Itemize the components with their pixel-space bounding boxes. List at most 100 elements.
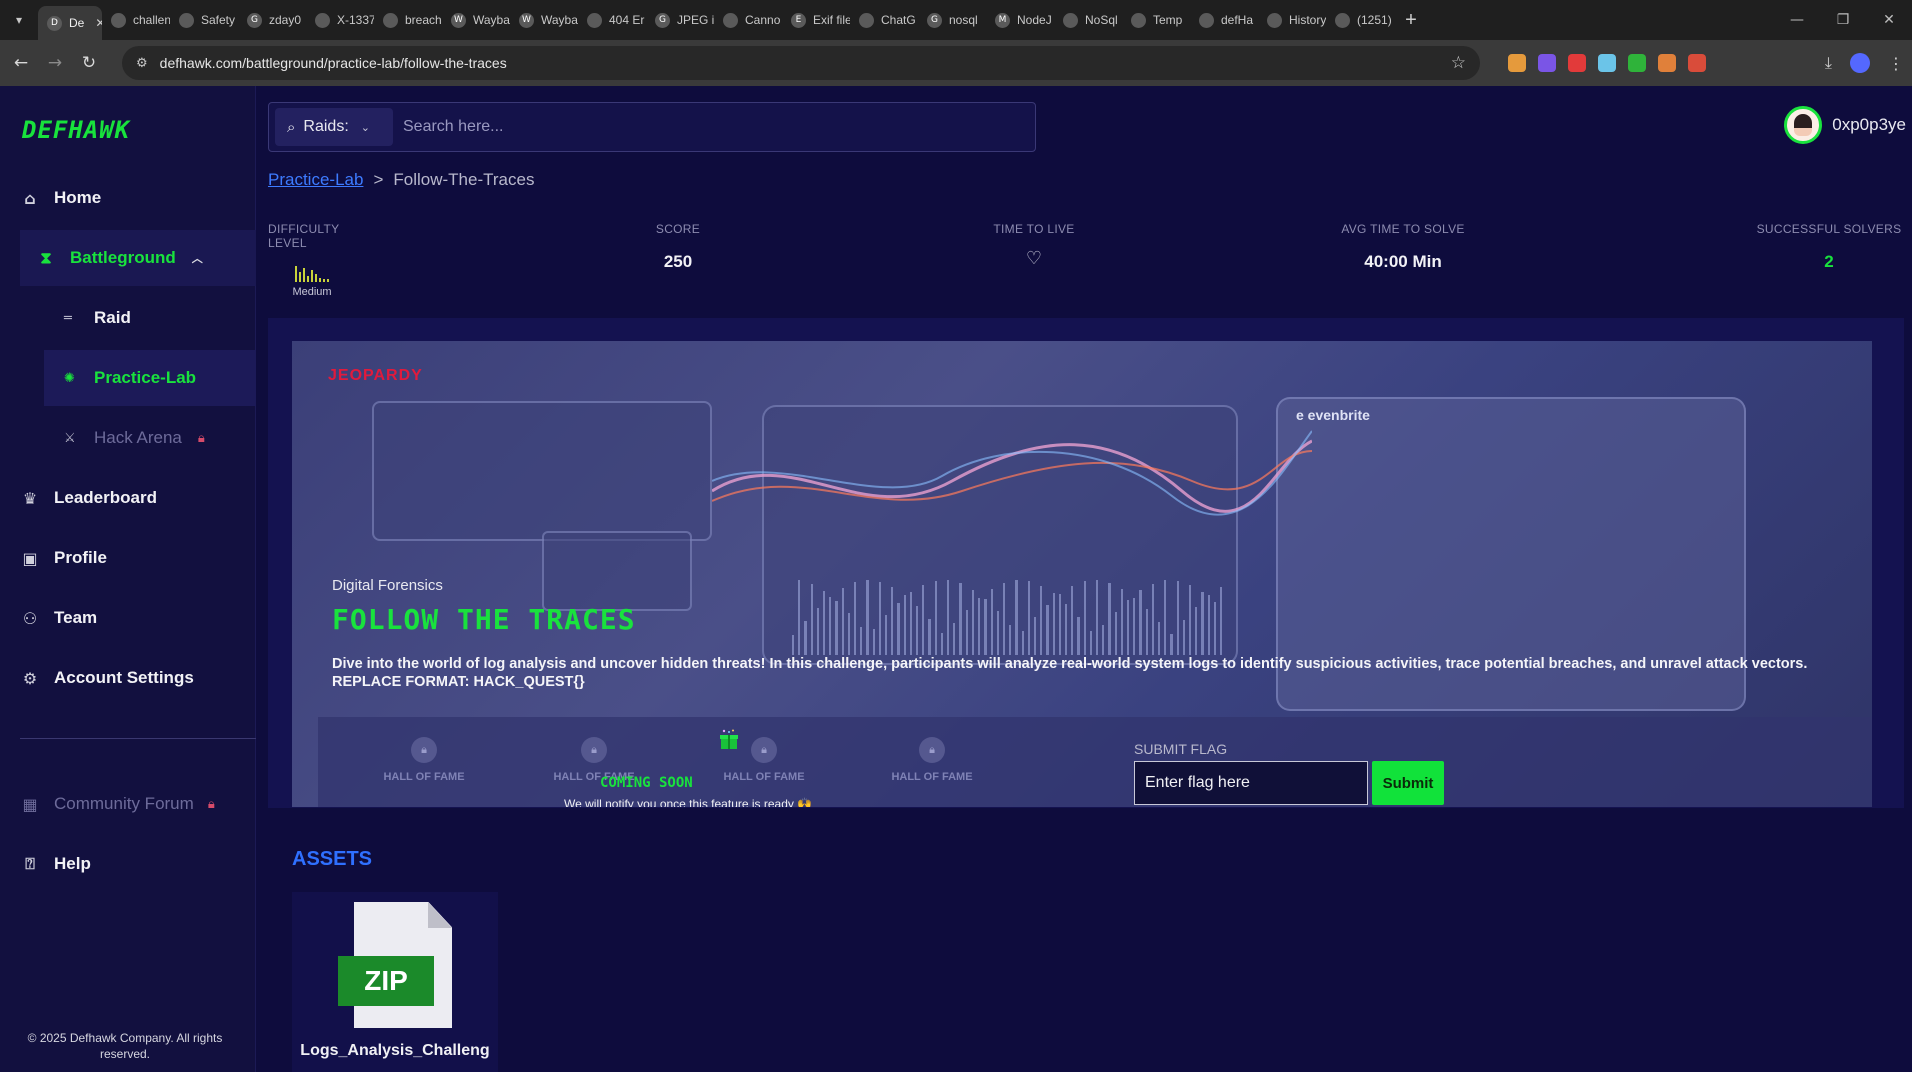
browser-profile-avatar[interactable]	[1850, 53, 1870, 73]
browser-tab[interactable]: breach	[374, 4, 442, 36]
challenge-stats: DIFFICULTY LEVEL Medium SCORE 250 TIME T…	[268, 222, 1904, 298]
browser-tab[interactable]: challen	[102, 4, 170, 36]
tab-label: nosql	[949, 13, 978, 27]
nav-team[interactable]: ⚇ Team	[20, 590, 256, 646]
tab-favicon-icon	[383, 12, 398, 28]
tab-label: JPEG ir	[677, 13, 714, 27]
extension-icon[interactable]	[1628, 54, 1646, 72]
zip-badge: ZIP	[338, 956, 434, 1006]
address-bar[interactable]: ⚙ defhawk.com/battleground/practice-lab/…	[122, 46, 1480, 80]
username: 0xp0p3ye	[1832, 115, 1906, 134]
user-menu[interactable]: 0xp0p3ye	[1784, 106, 1906, 144]
browser-tab[interactable]: G JPEG ir	[646, 4, 714, 36]
browser-tab[interactable]: W Wayba	[442, 4, 510, 36]
forward-icon[interactable]: →	[38, 46, 72, 80]
nav-practice-lab[interactable]: ✺ Practice-Lab	[44, 350, 256, 406]
app-root: DEFHAWK ⌂ Home ⧗ Battleground ︿ ═ Raid ✺…	[0, 86, 1912, 1072]
chevron-up-icon: ︿	[191, 252, 203, 265]
tab-label: defHa	[1221, 13, 1254, 27]
browser-tab[interactable]: Gnosql	[918, 4, 986, 36]
breadcrumb-practice-lab-link[interactable]: Practice-Lab	[268, 170, 363, 190]
nav-home[interactable]: ⌂ Home	[20, 170, 256, 226]
submit-flag-label: SUBMIT FLAG	[1134, 741, 1228, 757]
nav-hack-arena[interactable]: ⚔ Hack Arena 🔒︎	[44, 410, 256, 466]
tab-label: History	[1289, 13, 1326, 27]
breadcrumb-separator: >	[373, 170, 384, 189]
tab-label: (1251)	[1357, 13, 1392, 27]
browser-tab[interactable]: D De ✕	[38, 6, 102, 40]
asset-file-name[interactable]: Logs_Analysis_Challeng	[292, 1042, 498, 1060]
site-info-icon[interactable]: ⚙	[136, 56, 148, 71]
browser-tab[interactable]: NoSql	[1054, 4, 1122, 36]
tab-favicon-icon	[723, 12, 738, 28]
tab-favicon-icon	[1267, 12, 1282, 28]
tab-favicon-icon	[859, 12, 874, 28]
avatar[interactable]	[1784, 106, 1823, 144]
restore-icon[interactable]: ❐	[1820, 0, 1866, 40]
nav-battleground[interactable]: ⧗ Battleground ︿	[20, 230, 256, 286]
browser-tab[interactable]: 404 Er	[578, 4, 646, 36]
browser-tab[interactable]: Temp	[1122, 4, 1190, 36]
back-icon[interactable]: ←	[4, 46, 38, 80]
browser-tab[interactable]: History	[1258, 4, 1326, 36]
new-tab-button[interactable]: +	[1394, 9, 1428, 32]
assets-heading: ASSETS	[292, 848, 373, 870]
tab-favicon-icon: W	[519, 12, 534, 28]
browser-tab[interactable]: Gzday0	[238, 4, 306, 36]
tab-label: Wayba	[473, 13, 510, 27]
stat-solvers: SUCCESSFUL SOLVERS 2	[1756, 222, 1902, 271]
nav-community-forum[interactable]: ▦ Community Forum 🔒︎	[20, 776, 256, 832]
browser-tab[interactable]: Canno	[714, 4, 782, 36]
extension-icon[interactable]	[1508, 54, 1526, 72]
bookmark-star-icon[interactable]: ☆	[1451, 53, 1466, 73]
nav-account-settings[interactable]: ⚙ Account Settings	[20, 650, 256, 706]
submit-button[interactable]: Submit	[1372, 761, 1444, 805]
browser-tab[interactable]: (1251)	[1326, 4, 1394, 36]
hall-of-fame-slot-4: 🔒︎ HALL OF FAME	[872, 737, 992, 783]
defhawk-logo[interactable]: DEFHAWK	[22, 116, 130, 144]
browser-tab[interactable]: M NodeJ	[986, 4, 1054, 36]
browser-tab[interactable]: W Wayba	[510, 4, 578, 36]
raids-filter-dropdown[interactable]: ⌕ Raids: ⌄	[275, 108, 393, 146]
tab-label: Safety wan	[201, 13, 238, 27]
arena-icon: ⚔	[64, 430, 76, 446]
nav-leaderboard[interactable]: ♛ Leaderboard	[20, 470, 256, 526]
browser-tab[interactable]: defHa	[1190, 4, 1258, 36]
chevron-down-icon: ⌄	[360, 120, 370, 134]
help-icon: ⍰	[25, 854, 35, 873]
browser-tab[interactable]: E Exif file	[782, 4, 850, 36]
extension-icon[interactable]	[1538, 54, 1556, 72]
extension-icon[interactable]	[1568, 54, 1586, 72]
banner-wave-graphic	[712, 430, 1312, 516]
tab-favicon-icon	[1199, 12, 1214, 28]
nav-profile[interactable]: ▣ Profile	[20, 530, 256, 586]
nav-help[interactable]: ⍰ Help	[20, 836, 256, 892]
search-input[interactable]: Search here...	[403, 118, 504, 136]
lock-icon: 🔒︎	[411, 737, 437, 763]
stat-time-to-live: TIME TO LIVE ♡	[974, 222, 1094, 269]
close-window-icon[interactable]: ✕	[1866, 0, 1912, 40]
difficulty-bars-icon	[256, 264, 368, 282]
minimize-icon[interactable]: —	[1774, 0, 1820, 40]
lock-icon: 🔒︎	[581, 737, 607, 763]
browser-tab[interactable]: Safety wan	[170, 4, 238, 36]
tab-favicon-icon	[111, 12, 126, 28]
notify-text: We will notify you once this feature is …	[564, 797, 813, 807]
extension-icon[interactable]	[1598, 54, 1616, 72]
asset-file-card[interactable]: ZIP Logs_Analysis_Challeng	[292, 892, 498, 1072]
reload-icon[interactable]: ↻	[72, 46, 106, 80]
close-tab-icon[interactable]: ✕	[95, 16, 102, 30]
browser-tab[interactable]: ChatG	[850, 4, 918, 36]
nav-raid[interactable]: ═ Raid	[44, 290, 256, 346]
breadcrumb-current: Follow-The-Traces	[393, 170, 535, 189]
tab-search-chevron-icon[interactable]: ▾	[0, 0, 38, 40]
download-icon[interactable]: ⤓	[1825, 53, 1832, 73]
extension-icon[interactable]	[1658, 54, 1676, 72]
window-controls: — ❐ ✕	[1774, 0, 1912, 40]
flag-input[interactable]: Enter flag here	[1134, 761, 1368, 805]
browser-tab[interactable]: X-1337	[306, 4, 374, 36]
browser-menu-icon[interactable]: ⋮	[1888, 54, 1904, 73]
tab-favicon-icon	[1131, 12, 1146, 28]
extension-icon[interactable]	[1688, 54, 1706, 72]
challenge-footer-strip: 🔒︎ HALL OF FAME 🔒︎ HALL OF FAME 🔒︎ HALL …	[318, 717, 1872, 807]
